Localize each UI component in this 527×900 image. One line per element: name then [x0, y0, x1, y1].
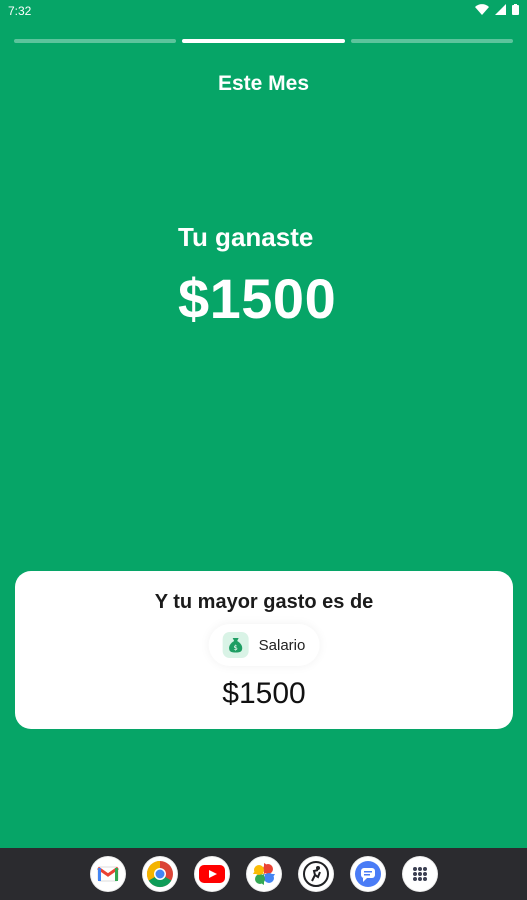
- category-chip[interactable]: $ Salario: [208, 624, 320, 666]
- earned-label: Tu ganaste: [178, 222, 314, 252]
- top-expense-card: Y tu mayor gasto es de $ Salario $1500: [15, 571, 513, 729]
- card-title: Y tu mayor gasto es de: [154, 591, 374, 613]
- wifi-icon: [475, 4, 489, 15]
- battery-icon: [512, 4, 519, 15]
- progress-segment: [350, 39, 513, 43]
- category-label: Salario: [258, 636, 306, 654]
- status-icons: [475, 4, 519, 15]
- gmail-icon[interactable]: [89, 856, 126, 892]
- chrome-icon[interactable]: [141, 856, 178, 892]
- app-dock: [0, 848, 527, 900]
- messages-icon[interactable]: [349, 856, 386, 892]
- status-bar: 7:32: [0, 0, 527, 22]
- signal-icon: [495, 4, 506, 15]
- youtube-icon[interactable]: [193, 856, 230, 892]
- fitness-icon[interactable]: [297, 856, 334, 892]
- earned-amount: $1500: [178, 267, 337, 330]
- svg-text:$: $: [233, 644, 237, 652]
- progress-segment: [14, 39, 177, 43]
- photos-icon[interactable]: [245, 856, 282, 892]
- status-time: 7:32: [8, 4, 32, 18]
- progress-segment-active: [182, 39, 345, 43]
- money-bag-icon: $: [222, 632, 249, 658]
- apps-icon[interactable]: [401, 856, 438, 892]
- expense-amount: $1500: [222, 677, 306, 710]
- story-progress: [14, 39, 513, 43]
- period-title: Este Mes: [217, 72, 310, 95]
